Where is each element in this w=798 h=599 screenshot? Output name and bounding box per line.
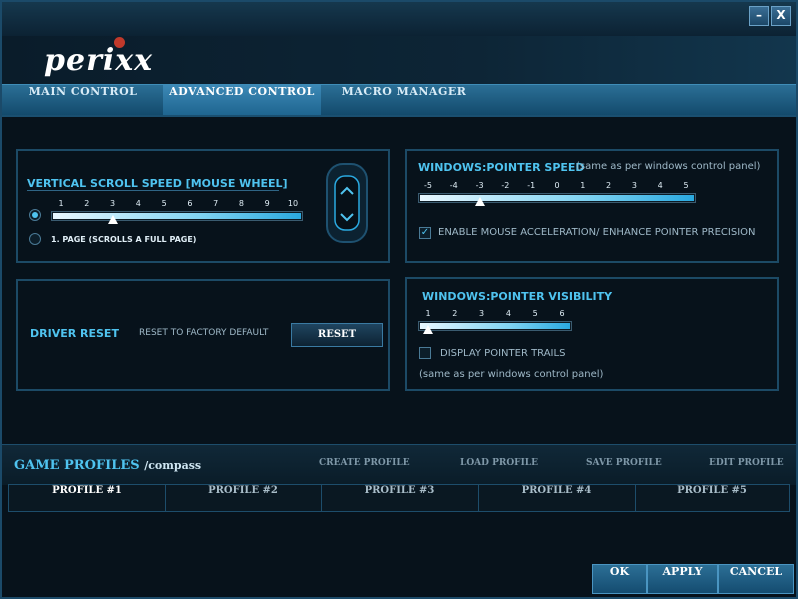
scroll-speed-tick-label: 5 [161,199,167,208]
pointer-speed-note: (same as per windows control panel) [576,161,761,172]
scroll-speed-tick-label: 2 [84,199,90,208]
driver-reset-description: RESET TO FACTORY DEFAULT [139,328,269,338]
ok-button[interactable]: OK [592,564,647,594]
pointer-speed-tick-label: 3 [631,181,637,190]
pointer-visibility-fill [420,323,570,329]
app-window: – X perixx MAIN CONTROL ADVANCED CONTROL… [0,0,798,599]
game-profiles-heading: GAME PROFILES [14,458,140,473]
pointer-speed-tick-label: -5 [424,181,432,190]
driver-reset-title: DRIVER RESET [30,327,119,340]
mouse-acceleration-label: ENABLE MOUSE ACCELERATION/ ENHANCE POINT… [438,227,756,238]
pointer-trails-checkbox[interactable] [419,347,431,359]
pointer-visibility-tick-label: 2 [452,309,458,318]
profile-tab-3[interactable]: PROFILE #3 [321,485,479,511]
cancel-button[interactable]: CANCEL [718,564,794,594]
scroll-page-label: 1. PAGE (SCROLLS A FULL PAGE) [51,235,197,244]
scroll-page-radio[interactable] [29,233,41,245]
scroll-speed-tick-label: 4 [135,199,141,208]
scroll-speed-slider[interactable]: 1 2 3 4 5 6 7 8 9 10 [51,199,303,229]
scroll-speed-tick-label: 6 [187,199,193,208]
scroll-speed-tick-label: 1 [58,199,64,208]
tab-macro-manager[interactable]: MACRO MANAGER [326,85,482,115]
pointer-speed-tick-label: 0 [554,181,560,190]
pointer-speed-tick-label: 4 [657,181,663,190]
scroll-speed-thumb[interactable] [107,215,118,224]
profile-tab-5[interactable]: PROFILE #5 [635,485,789,511]
profile-tab-1[interactable]: PROFILE #1 [9,485,166,511]
profile-tab-4[interactable]: PROFILE #4 [478,485,636,511]
scroll-speed-tick-label: 10 [287,199,299,208]
apply-button[interactable]: APPLY [647,564,718,594]
scroll-speed-title: VERTICAL SCROLL SPEED [MOUSE WHEEL] [27,177,288,190]
tab-bar: MAIN CONTROL ADVANCED CONTROL MACRO MANA… [0,84,798,117]
pointer-visibility-tick-label: 5 [532,309,538,318]
pointer-speed-tick-label: -1 [527,181,536,190]
scroll-lines-radio[interactable] [29,209,41,221]
mouse-wheel-icon [326,163,368,243]
game-profiles-title: GAME PROFILES /compass [14,458,201,473]
pointer-visibility-title: WINDOWS:POINTER VISIBILITY [422,290,613,303]
pointer-speed-track[interactable] [418,193,696,203]
game-profiles-subtitle: /compass [144,459,202,472]
pointer-speed-slider[interactable]: -5 -4 -3 -2 -1 0 1 2 3 4 5 [418,181,696,211]
load-profile-button[interactable]: LOAD PROFILE [460,458,538,468]
tab-advanced-control[interactable]: ADVANCED CONTROL [163,85,321,115]
pointer-visibility-tick-label: 1 [425,309,431,318]
pointer-speed-tick-label: 5 [683,181,689,190]
reset-button[interactable]: RESET [291,323,383,347]
pointer-speed-title: WINDOWS:POINTER SPEED [418,161,585,174]
scroll-speed-fill [53,213,301,219]
title-underline [27,190,279,191]
pointer-speed-tick-label: -2 [501,181,510,190]
pointer-visibility-note: (same as per windows control panel) [419,369,604,380]
pointer-visibility-tick-label: 3 [479,309,485,318]
edit-profile-button[interactable]: EDIT PROFILE [709,458,784,468]
pointer-speed-fill [420,195,694,201]
title-bar[interactable] [0,0,798,37]
pointer-trails-label: DISPLAY POINTER TRAILS [440,348,566,359]
close-button[interactable]: X [771,6,791,26]
pointer-visibility-track[interactable] [418,321,572,331]
save-profile-button[interactable]: SAVE PROFILE [586,458,662,468]
pointer-visibility-thumb[interactable] [423,325,433,334]
pointer-speed-thumb[interactable] [474,197,485,206]
pointer-speed-tick-label: -4 [449,181,458,190]
mouse-acceleration-checkbox[interactable]: ✓ [419,227,431,239]
pointer-visibility-slider[interactable]: 1 2 3 4 5 6 [418,309,572,339]
scroll-speed-tick-label: 7 [213,199,219,208]
scroll-speed-tick-label: 8 [238,199,244,208]
logo: perixx [44,43,154,78]
create-profile-button[interactable]: CREATE PROFILE [319,458,410,468]
tab-main-control[interactable]: MAIN CONTROL [8,85,158,115]
scroll-speed-tick-label: 9 [264,199,270,208]
pointer-speed-tick-label: -3 [475,181,484,190]
pointer-speed-tick-label: 2 [606,181,612,190]
scroll-speed-track[interactable] [51,211,303,221]
minimize-button[interactable]: – [749,6,769,26]
pointer-speed-tick-label: 1 [580,181,586,190]
pointer-visibility-tick-label: 4 [505,309,511,318]
profile-tabs: PROFILE #1 PROFILE #2 PROFILE #3 PROFILE… [8,484,790,512]
pointer-visibility-tick-label: 6 [559,309,565,318]
scroll-speed-tick-label: 3 [110,199,116,208]
profile-tab-2[interactable]: PROFILE #2 [165,485,322,511]
